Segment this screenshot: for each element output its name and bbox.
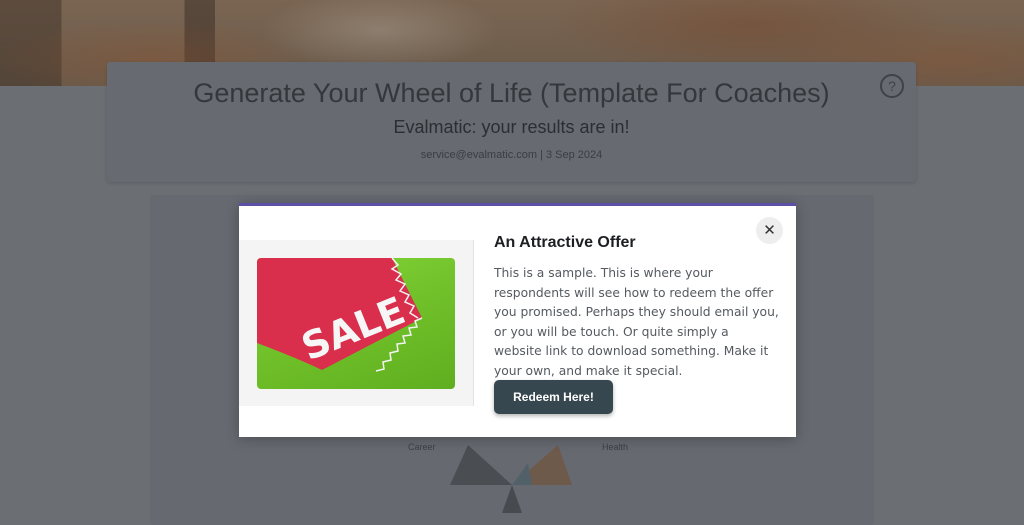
offer-image-panel: SALE [239, 240, 474, 406]
offer-description: This is a sample. This is where your res… [494, 266, 779, 378]
page-meta: service@evalmatic.com | 3 Sep 2024 [420, 149, 603, 161]
help-icon[interactable]: ? [880, 74, 904, 98]
sale-image: SALE [257, 258, 455, 389]
results-header-card: Generate Your Wheel of Life (Template Fo… [107, 62, 916, 182]
close-icon[interactable]: ✕ [756, 217, 783, 244]
page-subtitle: Evalmatic: your results are in! [393, 117, 630, 137]
sale-tag-illustration: SALE [257, 258, 423, 372]
wheel-label-left: Career [408, 442, 436, 452]
offer-title: An Attractive Offer [494, 234, 636, 251]
offer-modal: SALE ✕ An Attractive Offer This is a sam… [239, 203, 796, 437]
page-title: Generate Your Wheel of Life (Template Fo… [193, 78, 830, 108]
wheel-label-right: Health [602, 442, 629, 452]
wheel-chart [450, 445, 572, 513]
redeem-button[interactable]: Redeem Here! [494, 380, 613, 414]
